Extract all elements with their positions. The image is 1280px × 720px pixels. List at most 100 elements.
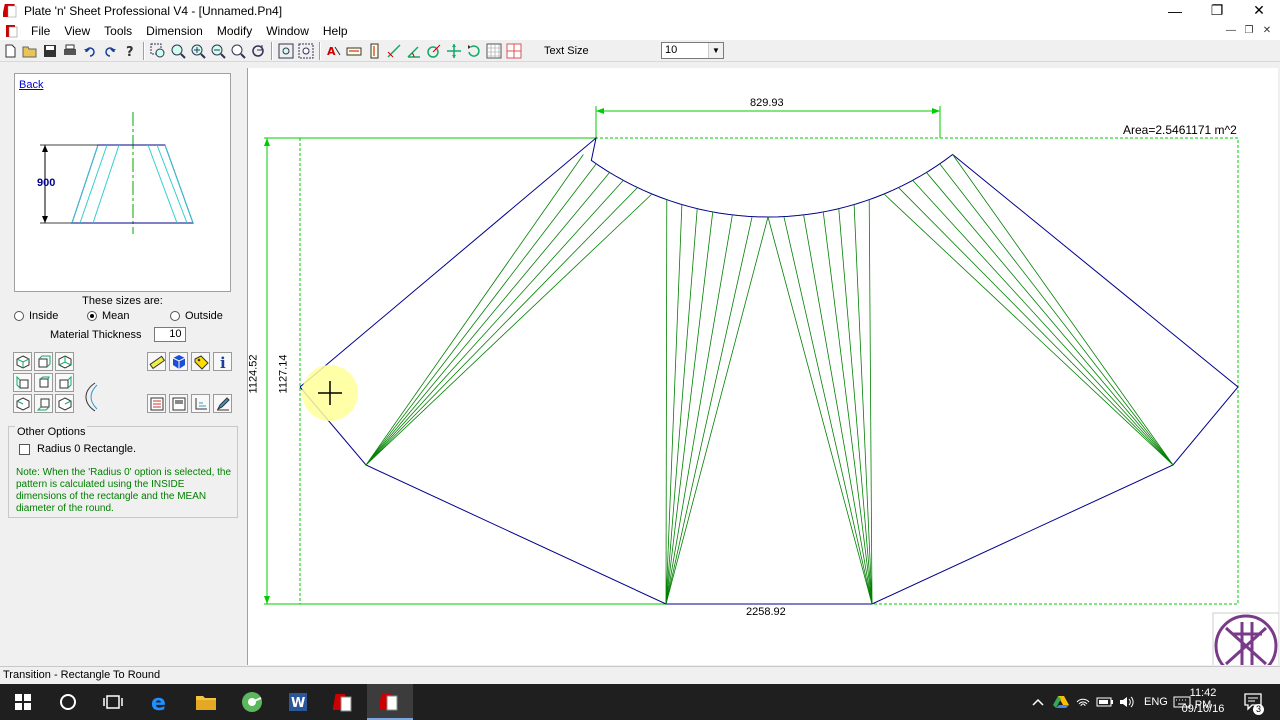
print-icon[interactable] [60, 41, 80, 61]
task-view-icon[interactable] [90, 684, 136, 720]
menu-dimension[interactable]: Dimension [139, 24, 210, 38]
edge-browser-icon[interactable]: e [137, 684, 183, 720]
redo-icon[interactable] [100, 41, 120, 61]
menu-file[interactable]: File [24, 24, 57, 38]
zoom-in-icon[interactable] [188, 41, 208, 61]
battery-icon[interactable] [1094, 684, 1116, 720]
child-restore-button[interactable]: ❐ [1240, 23, 1258, 38]
file-explorer-icon[interactable] [183, 684, 229, 720]
notification-center-icon[interactable] [1234, 684, 1274, 720]
angle-dimension-icon[interactable] [404, 41, 424, 61]
edit-pen-icon[interactable] [213, 394, 232, 413]
plate-n-sheet-active-icon[interactable] [367, 684, 413, 720]
close-button[interactable]: ✕ [1238, 0, 1280, 21]
radio-outside-button[interactable] [170, 311, 180, 321]
tag-label-icon[interactable] [191, 352, 210, 371]
arrow-icon [264, 596, 270, 604]
zoom-out-icon[interactable] [208, 41, 228, 61]
fit-view-icon[interactable] [276, 41, 296, 61]
info-icon[interactable]: i [213, 352, 232, 371]
chevron-up-icon[interactable] [1028, 684, 1048, 720]
drawing-canvas[interactable]: 829.93 Area=2.5461171 m^2 2258.92 1124.5… [247, 68, 1279, 665]
google-drive-icon[interactable] [1050, 684, 1072, 720]
menu-window[interactable]: Window [259, 24, 316, 38]
view-top-icon[interactable] [34, 373, 53, 392]
child-minimize-button[interactable]: — [1222, 23, 1240, 38]
radius-dimension-icon[interactable] [424, 41, 444, 61]
fold-line [365, 172, 610, 466]
notification-count-badge: 3 [1253, 704, 1264, 715]
word-icon[interactable]: W [275, 684, 321, 720]
volume-icon[interactable] [1116, 684, 1138, 720]
vertical-dimension-icon[interactable] [364, 41, 384, 61]
zoom-previous-icon[interactable] [228, 41, 248, 61]
print-preview-icon[interactable] [169, 394, 188, 413]
move-icon[interactable] [444, 41, 464, 61]
fold-line [939, 163, 1174, 466]
3d-view-icon[interactable] [169, 352, 188, 371]
pan-view-icon[interactable] [296, 41, 316, 61]
menu-view[interactable]: View [57, 24, 97, 38]
text-size-value: 10 [665, 44, 678, 56]
radio-inside-label: Inside [29, 310, 59, 322]
view-iso-front-right-icon[interactable] [55, 352, 74, 371]
dimension-tool-icon[interactable] [344, 41, 364, 61]
watermark-logo [1212, 612, 1279, 665]
child-close-button[interactable]: ✕ [1258, 23, 1276, 38]
fold-line [822, 211, 873, 605]
preview-height-label: 900 [37, 177, 56, 189]
shape-profile-icon[interactable] [79, 381, 99, 413]
radius-zero-checkbox[interactable] [19, 443, 30, 455]
plate-n-sheet-icon[interactable] [321, 684, 367, 720]
radius-zero-row[interactable]: Radius 0 Rectangle. [19, 443, 136, 455]
redraw-icon[interactable] [248, 41, 268, 61]
drawing-area: 829.93 Area=2.5461171 m^2 2258.92 1124.5… [245, 62, 1280, 666]
clock-date[interactable]: 09/10/16 [1180, 703, 1226, 715]
chrome-icon[interactable] [229, 684, 275, 720]
radio-inside-button[interactable] [14, 311, 24, 321]
report-icon[interactable] [147, 394, 166, 413]
language-indicator[interactable]: ENG [1144, 696, 1168, 708]
text-tool-icon[interactable]: A [324, 41, 344, 61]
radio-mean-button[interactable] [87, 311, 97, 321]
menu-tools[interactable]: Tools [97, 24, 139, 38]
view-iso-back-right-icon[interactable] [55, 394, 74, 413]
axis-icon[interactable] [191, 394, 210, 413]
menu-modify[interactable]: Modify [210, 24, 259, 38]
view-left-icon[interactable] [13, 373, 32, 392]
grid-icon[interactable] [484, 41, 504, 61]
radio-outside[interactable]: Outside [170, 310, 223, 322]
measure-icon[interactable] [147, 352, 166, 371]
undo-icon[interactable] [80, 41, 100, 61]
view-iso-back-left-icon[interactable] [13, 394, 32, 413]
save-icon[interactable] [40, 41, 60, 61]
zoom-extents-icon[interactable] [168, 41, 188, 61]
chevron-down-icon[interactable]: ▼ [708, 43, 723, 58]
aligned-dimension-icon[interactable] [384, 41, 404, 61]
network-icon[interactable] [1072, 684, 1094, 720]
view-iso-front-icon[interactable] [34, 352, 53, 371]
zoom-window-icon[interactable] [148, 41, 168, 61]
size-type-radio-group: Inside Mean Outside [14, 310, 244, 322]
rotate-icon[interactable] [464, 41, 484, 61]
radio-inside[interactable]: Inside [14, 310, 77, 322]
material-thickness-input[interactable]: 10 [153, 327, 186, 342]
minimize-button[interactable]: — [1154, 0, 1196, 21]
windows-start-icon[interactable] [0, 684, 46, 720]
new-file-icon[interactable] [0, 41, 20, 61]
view-back-icon[interactable] [34, 394, 53, 413]
snap-grid-icon[interactable] [504, 41, 524, 61]
top-dimension-label: 829.93 [750, 97, 784, 109]
open-folder-icon[interactable] [20, 41, 40, 61]
svg-text:W: W [291, 696, 305, 711]
view-iso-front-left-icon[interactable] [13, 352, 32, 371]
fold-line [767, 216, 873, 605]
text-size-dropdown[interactable]: 10 ▼ [661, 42, 724, 59]
maximize-button[interactable]: ❐ [1196, 0, 1238, 21]
document-icon[interactable] [4, 23, 20, 39]
view-right-icon[interactable] [55, 373, 74, 392]
menu-help[interactable]: Help [316, 24, 355, 38]
search-icon[interactable] [45, 684, 91, 720]
radio-mean[interactable]: Mean [87, 310, 160, 322]
help-icon[interactable]: ? [120, 41, 140, 61]
